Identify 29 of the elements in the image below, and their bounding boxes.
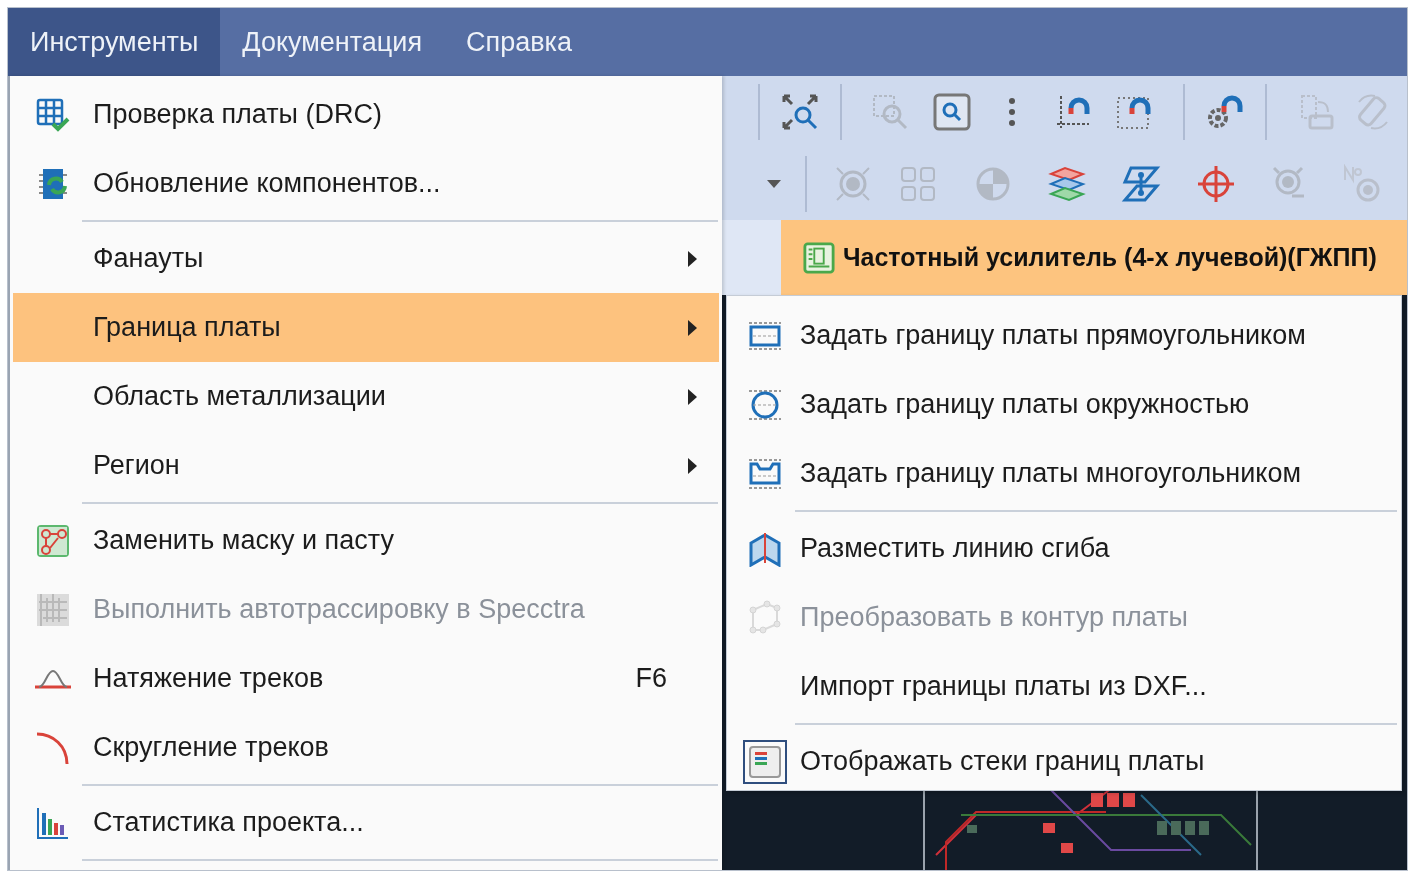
menu-item[interactable]: Фанауты	[13, 224, 719, 293]
menu-item[interactable]: Скругление треков	[13, 713, 719, 782]
menu-item[interactable]: Отображать стеки границ платы	[730, 727, 1398, 796]
menu-item[interactable]: Задать границу платы многоугольником	[730, 439, 1398, 508]
points-icon	[747, 599, 783, 636]
circle-icon	[748, 387, 782, 422]
grid-check-icon	[35, 96, 71, 133]
menu-item[interactable]: Импорт границы платы из DXF...	[730, 652, 1398, 721]
board-icon	[35, 522, 71, 559]
menu-item[interactable]: Задать границу платы окружностью	[730, 370, 1398, 439]
menu-item[interactable]: Граница платы	[13, 293, 719, 362]
menu-item[interactable]: Статистика проекта...	[13, 788, 719, 857]
menu-item[interactable]: Обновление компонентов...	[13, 149, 719, 218]
menu-bar-item[interactable]: Инструменты	[8, 8, 221, 76]
menu-item[interactable]: Натяжение треков F6	[13, 644, 719, 713]
document-tab[interactable]: Частотный усилитель (4-х лучевой)(ГЖПП)	[781, 220, 1407, 295]
menu-item[interactable]: Область металлизации	[13, 362, 719, 431]
menu-item[interactable]: Регион	[13, 431, 719, 500]
menu-item[interactable]: Проверка платы (DRC)	[13, 80, 719, 149]
menu-item[interactable]: Заменить маску и пасту	[13, 506, 719, 575]
circuit-board-icon	[803, 241, 835, 274]
menu-bar-item[interactable]: Справка	[444, 8, 594, 76]
fold-icon	[748, 530, 782, 567]
grid-icon	[35, 591, 71, 628]
menu-bar-item[interactable]: Документация	[220, 8, 444, 76]
menu-item[interactable]: Разместить линию сгиба	[730, 514, 1398, 583]
layers-icon	[748, 744, 782, 779]
polygon-icon	[748, 456, 782, 491]
menu-item[interactable]: Задать границу платы прямоугольником	[730, 301, 1398, 370]
